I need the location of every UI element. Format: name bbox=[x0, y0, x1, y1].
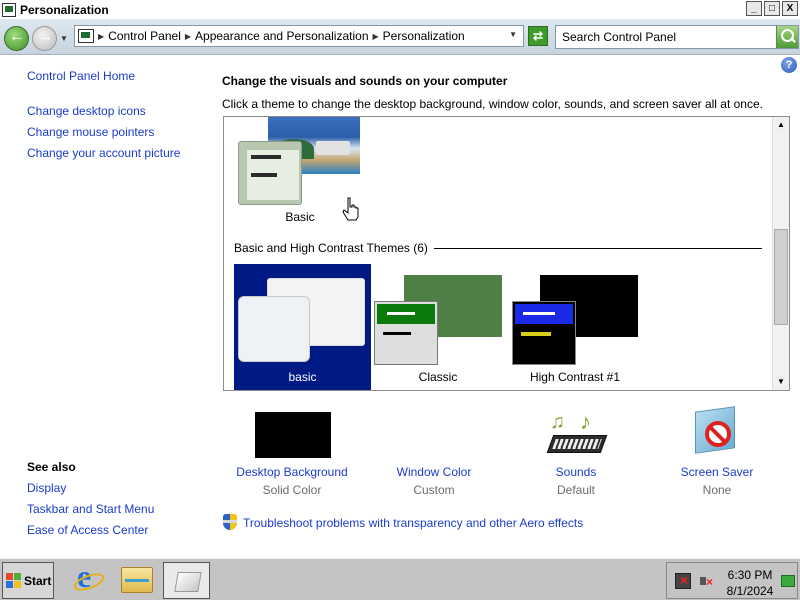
search-box bbox=[555, 25, 799, 49]
back-button[interactable] bbox=[4, 26, 29, 51]
personalization-window-icon[interactable] bbox=[163, 562, 210, 599]
maximize-button[interactable]: □ bbox=[764, 1, 780, 16]
change-mouse-pointers-link[interactable]: Change mouse pointers bbox=[27, 125, 154, 139]
change-account-picture-link[interactable]: Change your account picture bbox=[27, 146, 180, 160]
solid-color-swatch[interactable] bbox=[255, 412, 331, 458]
control-panel-home-link[interactable]: Control Panel Home bbox=[27, 69, 135, 83]
screen-saver-link[interactable]: Screen Saver bbox=[647, 465, 787, 479]
troubleshoot-row: Troubleshoot problems with transparency … bbox=[222, 514, 583, 531]
clock-time[interactable]: 6:30 PM bbox=[721, 568, 779, 582]
shield-icon bbox=[222, 514, 238, 531]
network-disconnected-icon[interactable] bbox=[675, 572, 691, 589]
navigation-bar: ▼ ▶ Control Panel ▶ Appearance and Perso… bbox=[0, 19, 800, 55]
forward-button[interactable] bbox=[32, 26, 57, 51]
theme-tile-basic[interactable]: basic bbox=[234, 264, 371, 390]
address-box[interactable]: ▶ Control Panel ▶ Appearance and Persona… bbox=[74, 25, 524, 47]
change-desktop-icons-link[interactable]: Change desktop icons bbox=[27, 104, 146, 118]
window-title: Personalization bbox=[20, 2, 109, 17]
theme-tile-classic[interactable]: Classic bbox=[374, 275, 502, 387]
task-pane: Control Panel Home Change desktop icons … bbox=[0, 56, 210, 556]
start-label: Start bbox=[24, 573, 52, 588]
address-dropdown-icon[interactable]: ▼ bbox=[509, 30, 517, 39]
theme-preview-front bbox=[374, 301, 438, 365]
taskbar-start-menu-link[interactable]: Taskbar and Start Menu bbox=[27, 502, 154, 516]
system-tray: 6:30 PM 8/1/2024 bbox=[666, 562, 798, 599]
display-link[interactable]: Display bbox=[27, 481, 66, 495]
chevron-right-icon[interactable]: ▶ bbox=[185, 32, 191, 41]
theme-label: High Contrast #1 bbox=[529, 370, 621, 384]
close-button[interactable]: X bbox=[782, 1, 798, 16]
theme-preview-front bbox=[238, 296, 310, 362]
window-titlebar: Personalization _ □ X bbox=[0, 0, 800, 19]
windows-logo-icon bbox=[6, 573, 21, 588]
theme-label: Classic bbox=[418, 370, 458, 384]
page-description: Click a theme to change the desktop back… bbox=[222, 97, 763, 111]
screen-saver-icon[interactable] bbox=[695, 406, 741, 457]
theme-section-header: Basic and High Contrast Themes (6) bbox=[234, 241, 762, 255]
window-controls: _ □ X bbox=[746, 1, 798, 16]
recent-pages-dropdown-icon[interactable]: ▼ bbox=[60, 34, 68, 43]
chevron-right-icon[interactable]: ▶ bbox=[98, 32, 104, 41]
see-also-heading: See also bbox=[27, 460, 76, 474]
ease-of-access-link[interactable]: Ease of Access Center bbox=[27, 523, 148, 537]
window-preview-thumbnail bbox=[238, 141, 302, 205]
search-input[interactable] bbox=[556, 26, 776, 48]
section-header-label: Basic and High Contrast Themes (6) bbox=[234, 241, 428, 255]
desktop-background-link[interactable]: Desktop Background bbox=[222, 465, 362, 479]
start-button[interactable]: Start bbox=[2, 562, 54, 599]
control-panel-icon bbox=[78, 29, 94, 43]
screen-saver-value: None bbox=[702, 483, 732, 497]
volume-muted-icon[interactable] bbox=[699, 573, 715, 589]
window-color-value: Custom bbox=[413, 483, 455, 497]
scroll-up-icon[interactable]: ▲ bbox=[773, 117, 789, 133]
theme-preview-front bbox=[512, 301, 576, 365]
explorer-folder-icon[interactable] bbox=[121, 567, 153, 593]
sounds-link[interactable]: Sounds bbox=[506, 465, 646, 479]
page-title: Change the visuals and sounds on your co… bbox=[222, 74, 508, 88]
window-color-link[interactable]: Window Color bbox=[364, 465, 504, 479]
control-panel-icon bbox=[2, 2, 16, 17]
breadcrumb-appearance[interactable]: Appearance and Personalization bbox=[195, 29, 368, 43]
divider bbox=[433, 247, 762, 249]
theme-list: Basic Basic and High Contrast Themes (6)… bbox=[223, 116, 790, 391]
help-icon[interactable]: ? bbox=[781, 57, 797, 73]
scroll-thumb[interactable] bbox=[774, 229, 788, 325]
taskbar: Start 6:30 PM 8/1/2024 bbox=[0, 558, 800, 600]
theme-label: basic bbox=[288, 370, 317, 384]
theme-list-scrollbar[interactable]: ▲ ▼ bbox=[772, 117, 789, 390]
clock-date[interactable]: 8/1/2024 bbox=[721, 584, 779, 598]
minimize-button[interactable]: _ bbox=[746, 1, 762, 16]
scroll-down-icon[interactable]: ▼ bbox=[773, 374, 789, 390]
troubleshoot-aero-link[interactable]: Troubleshoot problems with transparency … bbox=[243, 516, 583, 530]
theme-tile-high-contrast-1[interactable]: High Contrast #1 bbox=[512, 275, 638, 387]
desktop-background-value: Solid Color bbox=[262, 483, 322, 497]
internet-explorer-icon[interactable] bbox=[72, 558, 102, 595]
chevron-right-icon[interactable]: ▶ bbox=[373, 32, 379, 41]
refresh-button[interactable]: ⇄ bbox=[528, 26, 548, 46]
sounds-value: Default bbox=[556, 483, 596, 497]
search-icon[interactable] bbox=[776, 26, 798, 48]
breadcrumb-personalization[interactable]: Personalization bbox=[383, 29, 465, 43]
breadcrumb-control-panel[interactable]: Control Panel bbox=[108, 29, 181, 43]
hand-cursor-icon bbox=[342, 197, 359, 221]
sounds-icon[interactable]: ♫ ♪ bbox=[546, 409, 608, 459]
show-desktop-icon[interactable] bbox=[781, 575, 795, 587]
